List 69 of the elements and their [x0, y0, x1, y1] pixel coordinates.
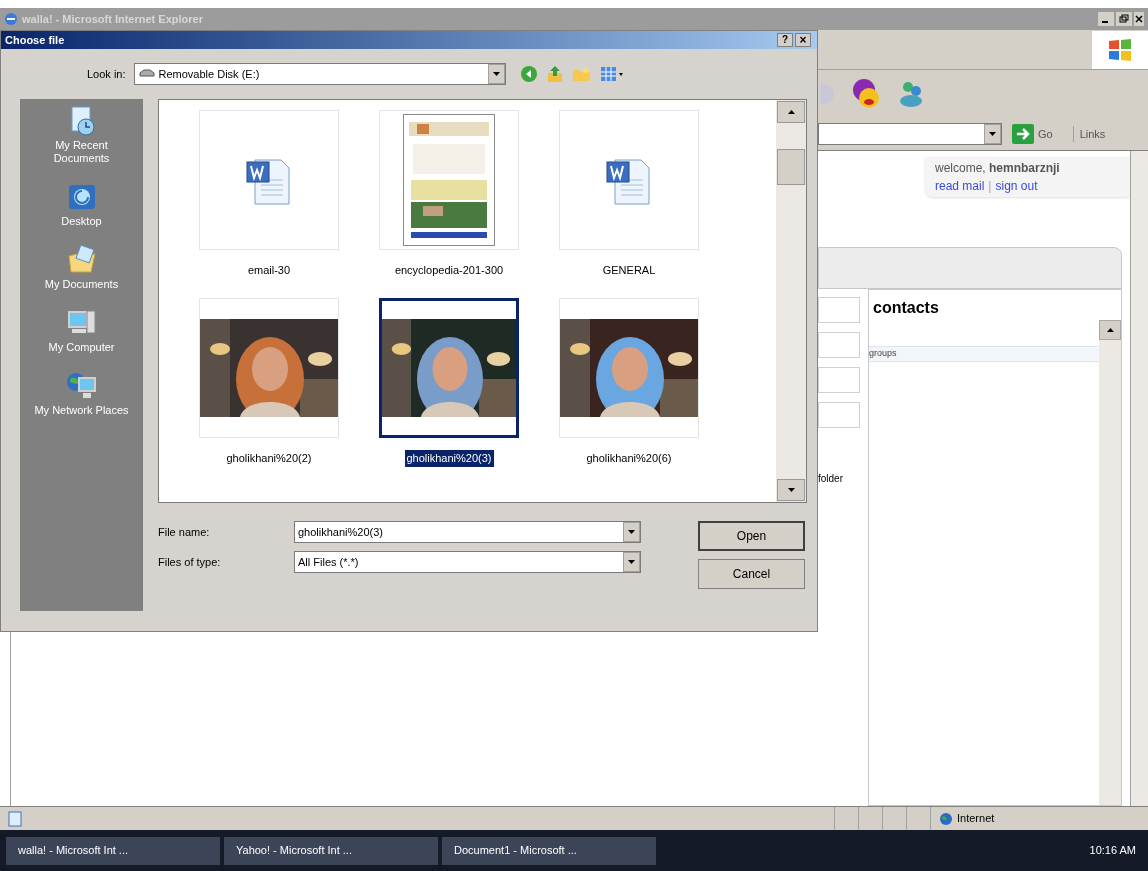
minimize-icon[interactable]	[1098, 12, 1114, 26]
dialog-button[interactable]: Open	[698, 521, 805, 551]
view-menu-icon[interactable]	[599, 65, 624, 83]
file-type-dropdown[interactable]: All Files (*.*)	[294, 551, 641, 573]
caret-icon	[989, 132, 996, 136]
dropdown-button[interactable]	[984, 124, 1001, 144]
help-button[interactable]: ?	[777, 33, 793, 47]
taskbar-button[interactable]: Yahoo! - Microsoft Int ...	[224, 836, 438, 865]
restore-icon[interactable]	[1116, 12, 1132, 26]
file-name-label: GENERAL	[601, 263, 657, 278]
place-item[interactable]: My Network Places	[26, 370, 137, 417]
place-item[interactable]: My Computer	[26, 307, 137, 354]
address-field[interactable]	[818, 123, 1002, 145]
file-name-field[interactable]: gholikhani%20(3)	[294, 521, 641, 543]
look-in-dropdown[interactable]: Removable Disk (E:)	[133, 63, 506, 85]
scroll-up-icon[interactable]	[787, 110, 795, 114]
sign-out-link[interactable]: sign out	[995, 177, 1038, 195]
file-name-label: gholikhani%20(6)	[585, 451, 673, 466]
dropdown-button[interactable]	[623, 522, 640, 542]
input-field[interactable]	[818, 332, 860, 358]
window-title: walla! - Microsoft Internet Explorer	[22, 11, 203, 27]
field-label: Files of type:	[158, 554, 222, 570]
contacts-list-item[interactable]: groups	[869, 346, 1099, 362]
file-name-label: encyclopedia-201-300	[393, 263, 505, 278]
taskbar-button[interactable]: Document1 - Microsoft ...	[442, 836, 656, 865]
scrollbar[interactable]	[776, 100, 806, 502]
scroll-up-icon[interactable]	[1106, 328, 1114, 332]
drive-icon	[138, 69, 155, 79]
file-thumbnail[interactable]	[379, 298, 519, 438]
globe-icon	[939, 811, 953, 826]
input-field[interactable]	[818, 297, 860, 323]
windows-flag-icon	[1107, 37, 1133, 62]
taskbar-button[interactable]: walla! - Microsoft Int ...	[6, 836, 220, 865]
dropdown-button[interactable]	[487, 64, 505, 84]
go-button[interactable]: Go	[1012, 124, 1053, 144]
dialog-title: Choose file	[5, 32, 65, 48]
folder-icon	[65, 244, 98, 276]
zone-label: Internet	[957, 811, 995, 827]
links-label[interactable]: Links	[1072, 125, 1106, 143]
folder-text: folder	[818, 472, 844, 486]
input-field[interactable]	[818, 402, 860, 428]
file-name-label: gholikhani%20(3)	[404, 450, 494, 467]
file-name-label: email-30	[246, 263, 292, 278]
back-icon[interactable]	[519, 65, 538, 83]
place-item[interactable]: My Documents	[26, 244, 137, 291]
look-in-value: Removable Disk (E:)	[158, 66, 261, 82]
look-in-label: Look in:	[87, 66, 126, 82]
page-scrollbar[interactable]	[1130, 151, 1148, 806]
field-label: File name:	[158, 524, 211, 540]
close-button[interactable]: ×	[795, 33, 811, 47]
dialog-button[interactable]: Cancel	[698, 559, 805, 589]
clock: 10:16 AM	[1089, 843, 1136, 859]
place-item[interactable]: Desktop	[26, 181, 137, 228]
contacts-title: contacts	[872, 298, 940, 318]
caret-icon	[628, 560, 635, 564]
up-folder-icon[interactable]	[545, 65, 564, 83]
link-separator: |	[988, 178, 992, 195]
scroll-thumb[interactable]	[777, 149, 805, 185]
file-name-label: gholikhani%20(2)	[225, 451, 313, 466]
scroll-down-icon[interactable]	[787, 488, 795, 492]
read-mail-link[interactable]: read mail	[935, 177, 985, 195]
caret-icon	[628, 530, 635, 534]
place-item[interactable]: My Recent Documents	[26, 105, 137, 165]
close-icon[interactable]	[1134, 12, 1144, 26]
welcome-text: welcome, hemnbarznji	[935, 160, 1061, 177]
caret-icon	[492, 72, 500, 76]
page-icon	[8, 810, 22, 827]
input-field[interactable]	[818, 367, 860, 393]
dropdown-button[interactable]	[623, 552, 640, 572]
